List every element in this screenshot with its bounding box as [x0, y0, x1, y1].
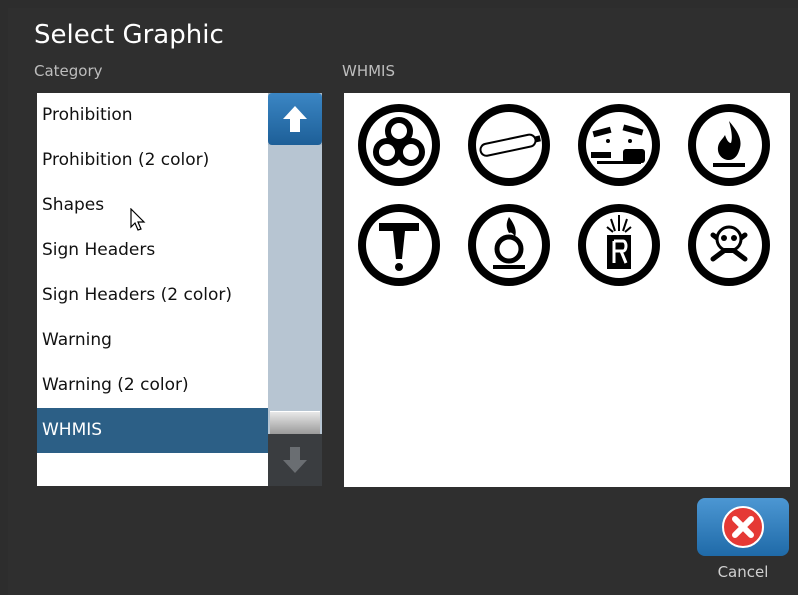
category-label: Category	[34, 62, 103, 80]
corrosive-icon	[578, 104, 660, 186]
list-item-shapes[interactable]: Shapes	[37, 183, 268, 228]
list-item-warning-2-color[interactable]: Warning (2 color)	[37, 363, 268, 408]
scroll-up-button[interactable]	[268, 93, 322, 145]
cancel-button[interactable]	[697, 498, 789, 556]
biohazard-icon	[358, 104, 440, 186]
dialog-title: Select Graphic	[34, 20, 224, 50]
list-item-prohibition[interactable]: Prohibition	[37, 93, 268, 138]
graphic-toxic-other-effects[interactable]	[353, 199, 445, 291]
list-item-sign-headers-2-color[interactable]: Sign Headers (2 color)	[37, 273, 268, 318]
graphic-biohazard[interactable]	[353, 99, 445, 191]
category-scrollbar[interactable]	[268, 93, 322, 486]
close-icon	[722, 506, 764, 548]
oxidizing-icon	[468, 204, 550, 286]
poison-skull-icon	[688, 204, 770, 286]
cancel-label: Cancel	[717, 563, 769, 581]
graphic-corrosive[interactable]	[573, 99, 665, 191]
scroll-thumb[interactable]	[270, 411, 320, 434]
list-item-warning[interactable]: Warning	[37, 318, 268, 363]
arrow-up-icon	[283, 106, 307, 132]
category-list: Prohibition Prohibition (2 color) Shapes…	[37, 93, 268, 486]
scroll-track[interactable]	[268, 145, 322, 434]
list-item-sign-headers[interactable]: Sign Headers	[37, 228, 268, 273]
graphic-oxidizing[interactable]	[463, 199, 555, 291]
dangerously-reactive-icon	[578, 204, 660, 286]
list-item-whmis[interactable]: WHMIS	[37, 408, 268, 453]
graphic-compressed-gas[interactable]	[463, 99, 555, 191]
graphic-poison[interactable]	[683, 199, 775, 291]
graphic-dangerously-reactive[interactable]	[573, 199, 665, 291]
toxic-other-effects-icon	[358, 204, 440, 286]
compressed-gas-icon	[468, 104, 550, 186]
arrow-down-icon	[283, 447, 307, 473]
graphics-panel	[344, 93, 790, 487]
flammable-icon	[688, 104, 770, 186]
mouse-pointer-icon	[130, 207, 148, 236]
scroll-down-button[interactable]	[268, 434, 322, 486]
graphics-label: WHMIS	[342, 62, 395, 80]
graphic-flammable[interactable]	[683, 99, 775, 191]
list-item-prohibition-2-color[interactable]: Prohibition (2 color)	[37, 138, 268, 183]
